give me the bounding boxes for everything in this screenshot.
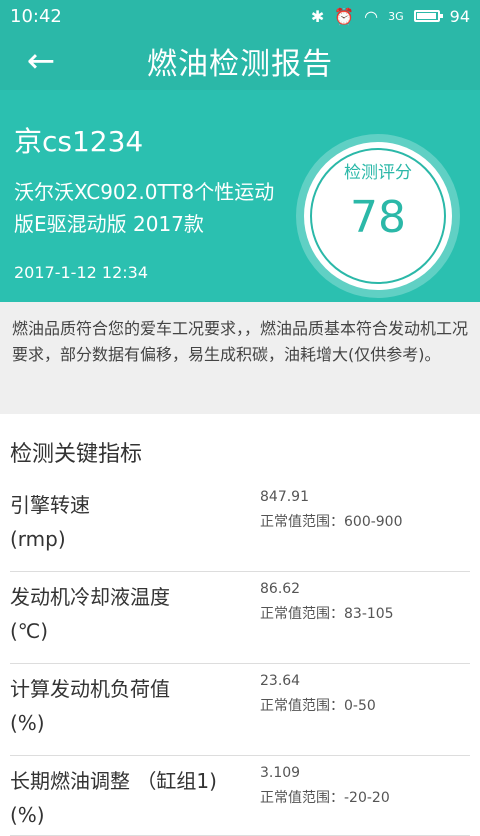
metric-row: 引擎转速 (rmp) 847.91 正常值范围：600-900 bbox=[0, 480, 480, 572]
vehicle-card: 京cs1234 沃尔沃XC902.0TT8个性运动版E驱混动版 2017款 20… bbox=[0, 90, 480, 302]
alarm-icon: ⏰ bbox=[334, 6, 355, 26]
test-date: 2017-1-12 12:34 bbox=[14, 263, 148, 282]
bluetooth-icon: ✱ bbox=[310, 6, 325, 26]
section-title: 检测关键指标 bbox=[10, 442, 143, 467]
metric-value: 3.109 bbox=[260, 765, 301, 781]
metric-name: 发动机冷却液温度 bbox=[10, 585, 170, 609]
status-time: 10:42 bbox=[10, 5, 62, 27]
metric-range: 正常值范围：600-900 bbox=[260, 514, 403, 530]
metric-range: 正常值范围：83-105 bbox=[260, 606, 394, 622]
metric-row: 计算发动机负荷值 (%) 23.64 正常值范围：0-50 bbox=[0, 664, 480, 756]
metric-unit: (℃) bbox=[10, 619, 49, 643]
vehicle-model: 沃尔沃XC902.0TT8个性运动版E驱混动版 2017款 bbox=[14, 180, 275, 236]
status-icons: ✱ ⏰ ◠ 3G 94 bbox=[311, 7, 470, 26]
metric-row: 发动机冷却液温度 (℃) 86.62 正常值范围：83-105 bbox=[0, 572, 480, 664]
score-badge: 检测评分 78 bbox=[296, 134, 460, 298]
metric-unit: (%) bbox=[10, 803, 45, 827]
battery-percent: 94 bbox=[449, 6, 470, 26]
summary-text: 燃油品质符合您的爱车工况要求，，燃油品质基本符合发动机工况要求，部分数据有偏移，… bbox=[0, 302, 480, 414]
page-title: 燃油检测报告 bbox=[147, 47, 333, 82]
status-bar: 10:42 ✱ ⏰ ◠ 3G 94 bbox=[0, 0, 480, 32]
metric-unit: (rmp) bbox=[10, 527, 66, 551]
score-label: 检测评分 bbox=[344, 163, 412, 183]
score-circle: 检测评分 78 bbox=[304, 142, 452, 290]
metric-name: 长期燃油调整 （缸组1) bbox=[10, 769, 217, 793]
metric-unit: (%) bbox=[10, 711, 45, 735]
metric-value: 86.62 bbox=[260, 581, 301, 597]
signal-icon: 3G bbox=[388, 9, 404, 23]
metrics-list: 引擎转速 (rmp) 847.91 正常值范围：600-900 发动机冷却液温度 (℃… bbox=[0, 480, 480, 836]
metric-range: 正常值范围：0-50 bbox=[260, 698, 376, 714]
metric-range: 正常值范围：-20-20 bbox=[260, 790, 390, 806]
score-value: 78 bbox=[350, 192, 406, 243]
metric-value: 847.91 bbox=[260, 489, 309, 505]
back-button[interactable]: ← bbox=[18, 40, 64, 82]
battery-icon bbox=[413, 10, 443, 22]
back-arrow-icon: ← bbox=[26, 41, 56, 81]
battery-fill bbox=[416, 13, 436, 19]
metric-name: 引擎转速 bbox=[10, 493, 90, 517]
wifi-icon: ◠ bbox=[364, 6, 379, 26]
metric-value: 23.64 bbox=[260, 673, 301, 689]
metric-row: 长期燃油调整 （缸组1) (%) 3.109 正常值范围：-20-20 bbox=[0, 756, 480, 836]
metric-name: 计算发动机负荷值 bbox=[10, 677, 170, 701]
app-header: ← 燃油检测报告 bbox=[0, 32, 480, 90]
license-plate: 京cs1234 bbox=[14, 125, 144, 158]
